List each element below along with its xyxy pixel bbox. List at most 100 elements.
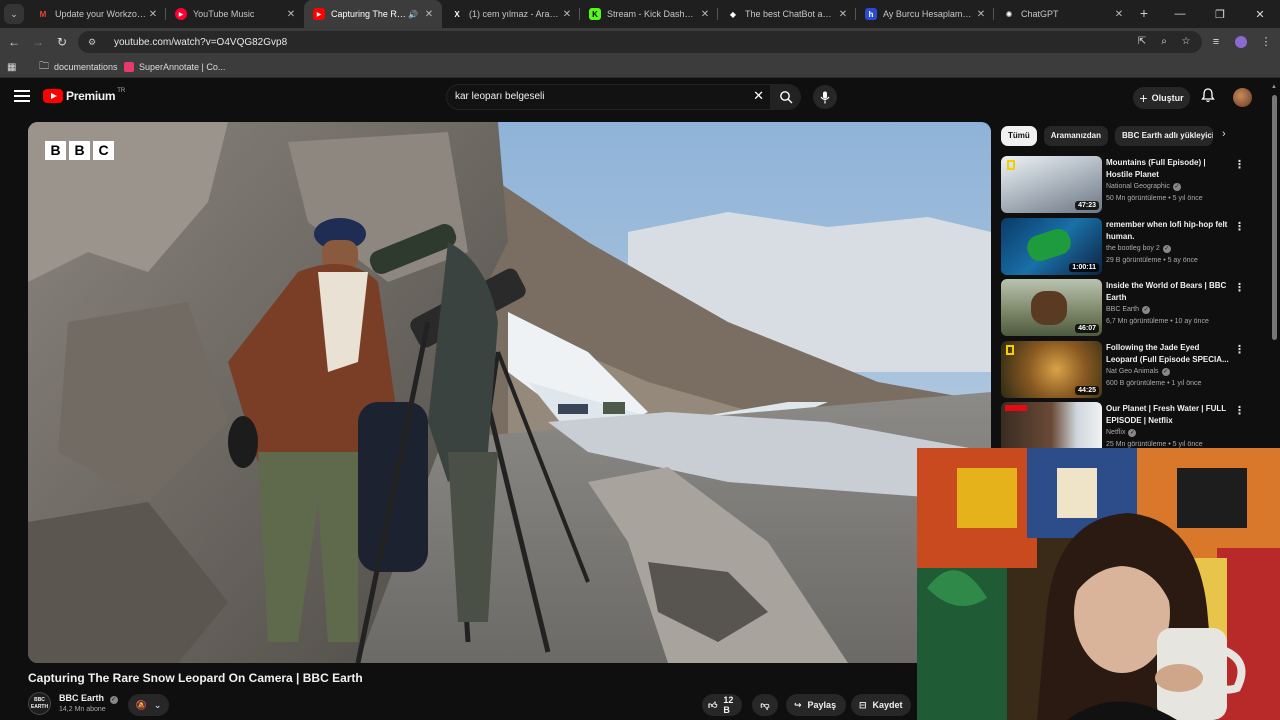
recommendation-meta: 600 B görüntüleme • 1 yıl önce bbox=[1106, 380, 1202, 387]
tab-1[interactable]: ▶ YouTube Music ✕ bbox=[166, 0, 304, 28]
recommendation-title[interactable]: Our Planet | Fresh Water | FULL EPISODE … bbox=[1106, 403, 1230, 427]
url-text[interactable]: youtube.com/watch?v=O4VQG82Gvp8 bbox=[114, 37, 287, 48]
bbc-watermark: B B C bbox=[45, 141, 114, 160]
chip-all[interactable]: Tümü bbox=[1001, 126, 1037, 146]
video-thumbnail[interactable]: 46:07 bbox=[1001, 279, 1102, 336]
bookmark-documentations[interactable]: 🗀 documentations bbox=[39, 59, 118, 75]
close-tab-icon[interactable]: ✕ bbox=[284, 9, 298, 20]
guide-menu-icon[interactable] bbox=[14, 90, 30, 104]
tab-5[interactable]: ◆ The best ChatBot and Wr✕ bbox=[718, 0, 856, 28]
video-thumbnail[interactable]: 47:23 bbox=[1001, 156, 1102, 213]
close-tab-icon[interactable]: ✕ bbox=[1112, 9, 1126, 20]
restore-icon[interactable]: ❐ bbox=[1200, 0, 1240, 28]
tab-2-active[interactable]: ▶ Capturing The Rare Sn🔊 ✕ bbox=[304, 0, 442, 28]
minimize-icon[interactable]: — bbox=[1160, 0, 1200, 28]
site-info-icon[interactable]: ⚙ bbox=[88, 37, 102, 48]
share-label: Paylaş bbox=[807, 700, 837, 710]
bookmark-star-icon[interactable]: ☆ bbox=[1178, 34, 1194, 50]
reload-icon[interactable]: ↻ bbox=[52, 32, 72, 52]
more-actions-icon[interactable]: ⋮ bbox=[1234, 281, 1245, 294]
search-query-text[interactable]: kar leoparı belgeseli bbox=[455, 91, 545, 102]
recommendation-channel[interactable]: National Geographic ✓ bbox=[1106, 183, 1181, 191]
create-label: Oluştur bbox=[1151, 93, 1184, 103]
recommendation-title[interactable]: Mountains (Full Episode) | Hostile Plane… bbox=[1106, 157, 1230, 181]
video-thumbnail[interactable]: 1:00:11 bbox=[1001, 218, 1102, 275]
save-button[interactable]: ⊟ Kaydet bbox=[851, 694, 911, 716]
channel-name[interactable]: BBC Earth ✓ bbox=[59, 693, 118, 704]
account-avatar[interactable] bbox=[1233, 88, 1252, 107]
close-tab-icon[interactable]: ✕ bbox=[422, 9, 436, 20]
recommendation-meta: 6,7 Mn görüntüleme • 10 ay önce bbox=[1106, 318, 1209, 325]
profile-icon[interactable] bbox=[1231, 32, 1251, 52]
video-thumbnail[interactable]: 44:25 bbox=[1001, 341, 1102, 398]
tab-6[interactable]: h Ay Burcu Hesaplama - Hi ✕ bbox=[856, 0, 994, 28]
video-thumbnail[interactable] bbox=[1001, 402, 1102, 448]
tab-7[interactable]: ✺ ChatGPT ✕ bbox=[994, 0, 1132, 28]
youtube-premium-logo[interactable]: Premium TR bbox=[43, 88, 125, 103]
share-button[interactable]: ↪ Paylaş bbox=[786, 694, 846, 716]
recommendation-item[interactable]: 47:23 Mountains (Full Episode) | Hostile… bbox=[1001, 156, 1245, 214]
close-tab-icon[interactable]: ✕ bbox=[560, 9, 574, 20]
recommendation-item[interactable]: 46:07 Inside the World of Bears | BBC Ea… bbox=[1001, 279, 1245, 337]
recommendation-title[interactable]: remember when lofi hip-hop felt human. bbox=[1106, 219, 1230, 243]
natgeo-badge-icon bbox=[1006, 345, 1014, 355]
chevron-right-icon[interactable]: › bbox=[1222, 128, 1226, 140]
microphone-icon bbox=[820, 91, 830, 103]
chip-from-search[interactable]: Aramanızdan bbox=[1043, 126, 1109, 146]
cast-icon[interactable]: ⇱ bbox=[1134, 34, 1150, 50]
media-control-icon[interactable]: ≡ bbox=[1206, 32, 1226, 52]
recommendation-item[interactable]: Our Planet | Fresh Water | FULL EPISODE … bbox=[1001, 402, 1241, 448]
recommendation-channel[interactable]: Netflix ✓ bbox=[1106, 429, 1137, 437]
scroll-up-arrow-icon[interactable]: ▲ bbox=[1271, 84, 1277, 90]
video-player[interactable]: B B C bbox=[28, 122, 991, 663]
webcam-feed bbox=[917, 448, 1280, 720]
chip-uploader[interactable]: BBC Earth adlı yükleyici bbox=[1115, 126, 1214, 146]
voice-search-button[interactable] bbox=[813, 85, 837, 109]
channel-text: Netflix bbox=[1106, 429, 1126, 436]
dislike-button[interactable]: 👎︎ bbox=[752, 694, 778, 716]
back-icon[interactable]: ← bbox=[4, 32, 24, 52]
logo-text: Premium bbox=[66, 89, 116, 103]
bookmark-superannotate[interactable]: SuperAnnotate | Co... bbox=[124, 59, 225, 75]
create-button[interactable]: + Oluştur bbox=[1133, 87, 1190, 109]
subscription-bell-button[interactable]: 🔕 ⌄ bbox=[128, 694, 169, 716]
recommendation-item[interactable]: 1:00:11 remember when lofi hip-hop felt … bbox=[1001, 218, 1245, 276]
tab-0[interactable]: M Update your Workzone p ✕ bbox=[28, 0, 166, 28]
watermark-letter: C bbox=[93, 141, 114, 160]
clear-search-icon[interactable]: ✕ bbox=[753, 88, 764, 104]
close-tab-icon[interactable]: ✕ bbox=[836, 9, 850, 20]
close-tab-icon[interactable]: ✕ bbox=[146, 9, 160, 20]
like-count: 12 B bbox=[723, 695, 734, 715]
forward-icon[interactable]: → bbox=[28, 32, 48, 52]
more-actions-icon[interactable]: ⋮ bbox=[1234, 343, 1245, 356]
search-button[interactable] bbox=[771, 84, 801, 110]
more-actions-icon[interactable]: ⋮ bbox=[1234, 404, 1241, 417]
tab-3[interactable]: X (1) cem yılmaz - Arama / ✕ bbox=[442, 0, 580, 28]
more-actions-icon[interactable]: ⋮ bbox=[1234, 220, 1245, 233]
recommendation-channel[interactable]: the bootleg boy 2 ✓ bbox=[1106, 245, 1171, 253]
search-input[interactable]: kar leoparı belgeseli ✕ bbox=[446, 84, 771, 110]
page-scrollbar[interactable] bbox=[1272, 95, 1277, 340]
recommendation-channel[interactable]: Nat Geo Animals ✓ bbox=[1106, 368, 1170, 376]
recommendation-channel[interactable]: BBC Earth ✓ bbox=[1106, 306, 1151, 314]
recommendation-title[interactable]: Inside the World of Bears | BBC Earth bbox=[1106, 280, 1230, 304]
recommendation-title[interactable]: Following the Jade Eyed Leopard (Full Ep… bbox=[1106, 342, 1230, 366]
new-tab-button[interactable]: + bbox=[1136, 4, 1152, 22]
recommendation-item[interactable]: 44:25 Following the Jade Eyed Leopard (F… bbox=[1001, 341, 1245, 399]
speaker-icon[interactable]: 🔊 bbox=[408, 10, 418, 19]
notifications-bell-icon[interactable] bbox=[1199, 88, 1217, 106]
channel-name-text[interactable]: BBC Earth bbox=[59, 693, 104, 703]
close-tab-icon[interactable]: ✕ bbox=[698, 9, 712, 20]
more-actions-icon[interactable]: ⋮ bbox=[1234, 158, 1245, 171]
thumbs-up-icon: 👍︎ bbox=[708, 699, 718, 710]
apps-grid-icon[interactable]: ▦ bbox=[7, 59, 21, 75]
like-button[interactable]: 👍︎ 12 B bbox=[702, 694, 742, 716]
zoom-icon[interactable]: ⌕ bbox=[1156, 34, 1172, 50]
tab-search-button[interactable]: ⌄ bbox=[4, 4, 24, 24]
tab-4[interactable]: K Stream - Kick Dashboard ✕ bbox=[580, 0, 718, 28]
close-tab-icon[interactable]: ✕ bbox=[974, 9, 988, 20]
address-bar[interactable]: ⚙ youtube.com/watch?v=O4VQG82Gvp8 ⇱ ⌕ ☆ bbox=[78, 31, 1202, 53]
channel-avatar[interactable]: BBC EARTH bbox=[28, 692, 51, 715]
close-window-icon[interactable]: ✕ bbox=[1240, 0, 1280, 28]
browser-menu-icon[interactable]: ⋮ bbox=[1256, 32, 1276, 52]
